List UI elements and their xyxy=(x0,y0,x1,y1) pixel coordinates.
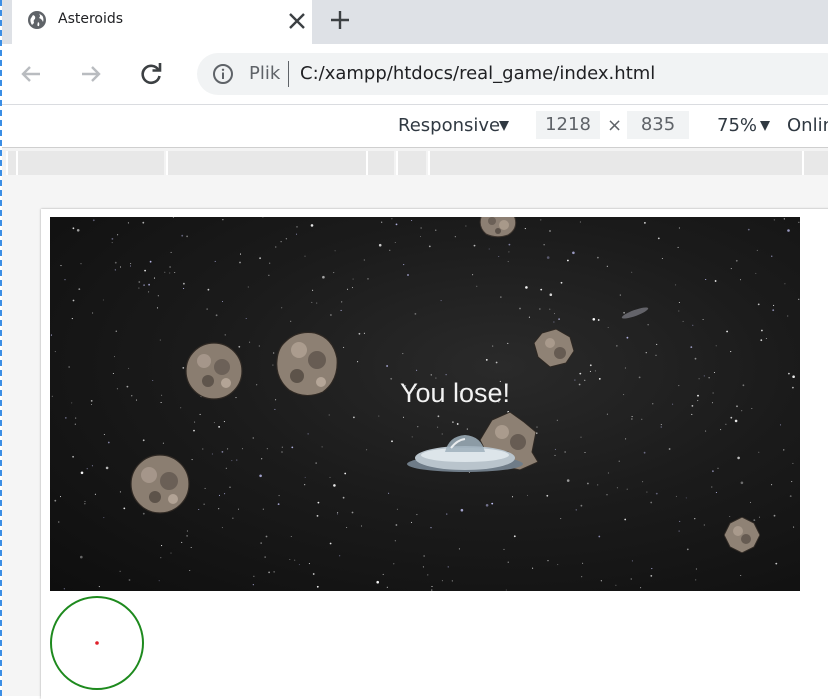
plus-icon[interactable] xyxy=(325,5,355,35)
player-radar-dot xyxy=(95,641,99,645)
arrow-right-icon[interactable] xyxy=(76,59,106,89)
asteroid xyxy=(130,454,190,514)
browser-toolbar: Plik C:/xampp/htdocs/real_game/index.htm… xyxy=(2,44,828,104)
address-bar[interactable]: Plik C:/xampp/htdocs/real_game/index.htm… xyxy=(197,53,828,95)
media-query-segment[interactable] xyxy=(6,151,16,175)
asteroid xyxy=(534,329,574,367)
tab-title: Asteroids xyxy=(58,11,124,27)
globe-icon xyxy=(28,11,46,29)
media-query-segment[interactable] xyxy=(16,151,164,175)
scheme-label: Plik xyxy=(249,63,281,84)
ufo-ship xyxy=(407,435,523,472)
asteroid xyxy=(724,517,760,553)
media-query-bar xyxy=(2,147,828,176)
media-query-segment[interactable] xyxy=(428,151,802,175)
media-query-segment[interactable] xyxy=(396,151,426,175)
chevron-down-icon[interactable] xyxy=(760,121,770,131)
device-mode-select[interactable]: Responsive xyxy=(398,116,500,136)
viewport-height-input[interactable]: 835 xyxy=(627,111,689,139)
media-query-segment[interactable] xyxy=(366,151,394,175)
media-query-segment[interactable] xyxy=(802,151,828,175)
url-text[interactable]: C:/xampp/htdocs/real_game/index.html xyxy=(300,64,655,84)
game-over-message: You lose! xyxy=(399,378,511,408)
close-icon[interactable] xyxy=(284,8,310,34)
media-query-segment[interactable] xyxy=(166,151,366,175)
asteroid xyxy=(479,217,517,238)
reload-icon[interactable] xyxy=(136,59,166,89)
address-separator xyxy=(288,61,289,87)
radar-minimap xyxy=(50,596,144,690)
viewport-width-input[interactable]: 1218 xyxy=(536,111,600,139)
zoom-select[interactable]: 75% xyxy=(717,116,757,136)
network-throttle-select[interactable]: Online xyxy=(787,116,828,136)
info-icon[interactable] xyxy=(212,63,234,85)
chevron-down-icon[interactable] xyxy=(499,121,509,131)
dimension-separator: × xyxy=(607,115,623,136)
device-toolbar: Responsive 1218 × 835 75% Online xyxy=(2,104,828,147)
arrow-left-icon[interactable] xyxy=(16,59,46,89)
tab-strip: Asteroids xyxy=(2,0,828,44)
game-canvas[interactable]: You lose! xyxy=(50,217,800,591)
tab-asteroids[interactable]: Asteroids xyxy=(12,0,312,44)
